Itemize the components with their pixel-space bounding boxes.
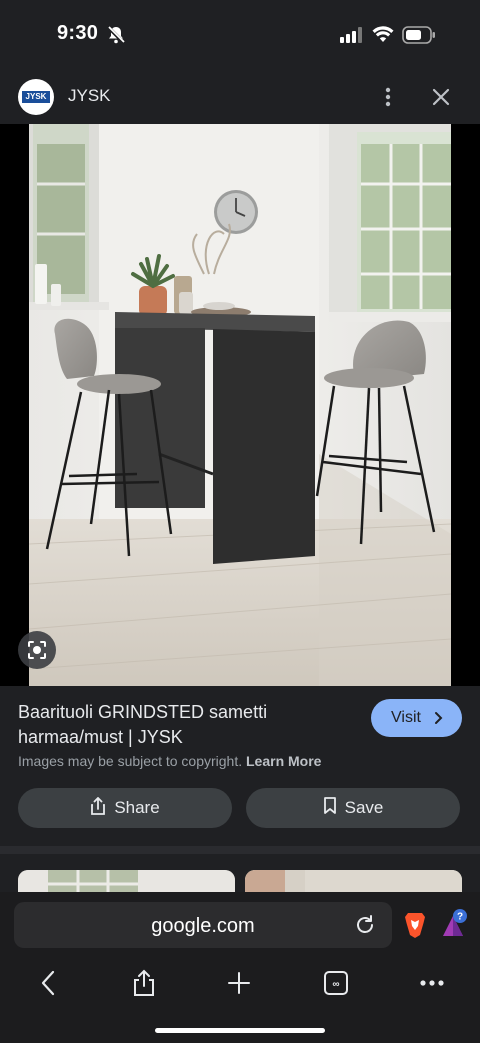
- lens-icon[interactable]: [18, 631, 56, 669]
- bell-slash-icon: [106, 25, 126, 50]
- svg-text:∞: ∞: [332, 979, 339, 990]
- save-label: Save: [344, 798, 384, 817]
- site-name[interactable]: JYSK: [68, 86, 111, 106]
- battery-icon: [402, 26, 436, 49]
- status-time: 9:30: [57, 22, 99, 44]
- rewards-icon[interactable]: ?: [441, 908, 467, 943]
- brave-icon[interactable]: [403, 911, 427, 944]
- back-icon[interactable]: [25, 960, 71, 1006]
- url-text: google.com: [151, 915, 255, 937]
- browser-nav-row: ∞: [0, 960, 480, 1006]
- address-bar[interactable]: google.com: [14, 902, 392, 948]
- svg-text:?: ?: [457, 912, 463, 923]
- learn-more-link[interactable]: Learn More: [246, 753, 321, 769]
- visit-label: Visit: [391, 709, 421, 726]
- product-image[interactable]: [28, 124, 452, 686]
- section-divider: [0, 846, 480, 854]
- visit-button[interactable]: Visit: [371, 699, 462, 737]
- share-sheet-icon[interactable]: [121, 960, 167, 1006]
- site-logo: JYSK: [18, 79, 54, 115]
- logo-text: JYSK: [25, 92, 47, 101]
- copyright-notice: Images may be subject to copyright. Lear…: [18, 753, 321, 769]
- save-button[interactable]: Save: [246, 788, 460, 828]
- result-title[interactable]: Baarituoli GRINDSTED sametti harmaa/must…: [18, 700, 338, 750]
- signal-icon: [340, 27, 364, 48]
- bookmark-icon: [323, 796, 337, 820]
- wifi-icon: [372, 25, 394, 48]
- share-button[interactable]: Share: [18, 788, 232, 828]
- home-indicator: [155, 1028, 325, 1033]
- close-icon[interactable]: [430, 86, 452, 108]
- copyright-text: Images may be subject to copyright.: [18, 753, 243, 769]
- new-tab-icon[interactable]: [216, 960, 262, 1006]
- share-label: Share: [114, 798, 160, 817]
- reload-icon[interactable]: [354, 914, 376, 941]
- tabs-icon[interactable]: ∞: [313, 960, 359, 1006]
- more-icon[interactable]: [409, 960, 455, 1006]
- share-icon: [90, 796, 106, 820]
- chevron-right-icon: [433, 711, 443, 730]
- more-vert-icon[interactable]: [378, 86, 398, 108]
